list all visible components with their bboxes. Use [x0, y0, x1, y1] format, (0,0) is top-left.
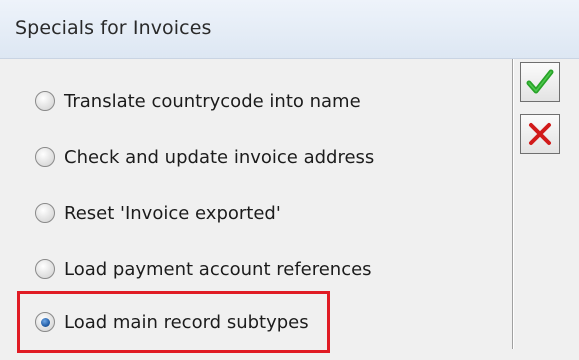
radio-load-payment-references[interactable] — [35, 259, 55, 279]
dialog-title: Specials for Invoices — [15, 17, 212, 39]
specials-dialog: Specials for Invoices Translate countryc… — [0, 0, 579, 360]
radio-check-invoice-address[interactable] — [35, 147, 55, 167]
radio-reset-invoice-exported[interactable] — [35, 203, 55, 223]
ok-button[interactable] — [520, 62, 560, 102]
option-load-payment-references[interactable]: Load payment account references — [35, 254, 372, 284]
option-translate-countrycode[interactable]: Translate countrycode into name — [35, 86, 361, 116]
title-bar: Specials for Invoices — [0, 0, 579, 59]
vertical-divider — [512, 59, 513, 349]
radio-translate-countrycode[interactable] — [35, 91, 55, 111]
option-reset-invoice-exported[interactable]: Reset 'Invoice exported' — [35, 198, 281, 228]
option-label: Check and update invoice address — [64, 146, 375, 168]
cancel-button[interactable] — [520, 114, 560, 154]
option-check-invoice-address[interactable]: Check and update invoice address — [35, 142, 374, 172]
option-label: Reset 'Invoice exported' — [64, 202, 281, 224]
x-icon — [529, 123, 551, 145]
option-label: Load payment account references — [64, 258, 372, 280]
selection-highlight-box — [17, 291, 330, 353]
checkmark-icon — [526, 69, 554, 94]
option-label: Translate countrycode into name — [64, 90, 361, 112]
